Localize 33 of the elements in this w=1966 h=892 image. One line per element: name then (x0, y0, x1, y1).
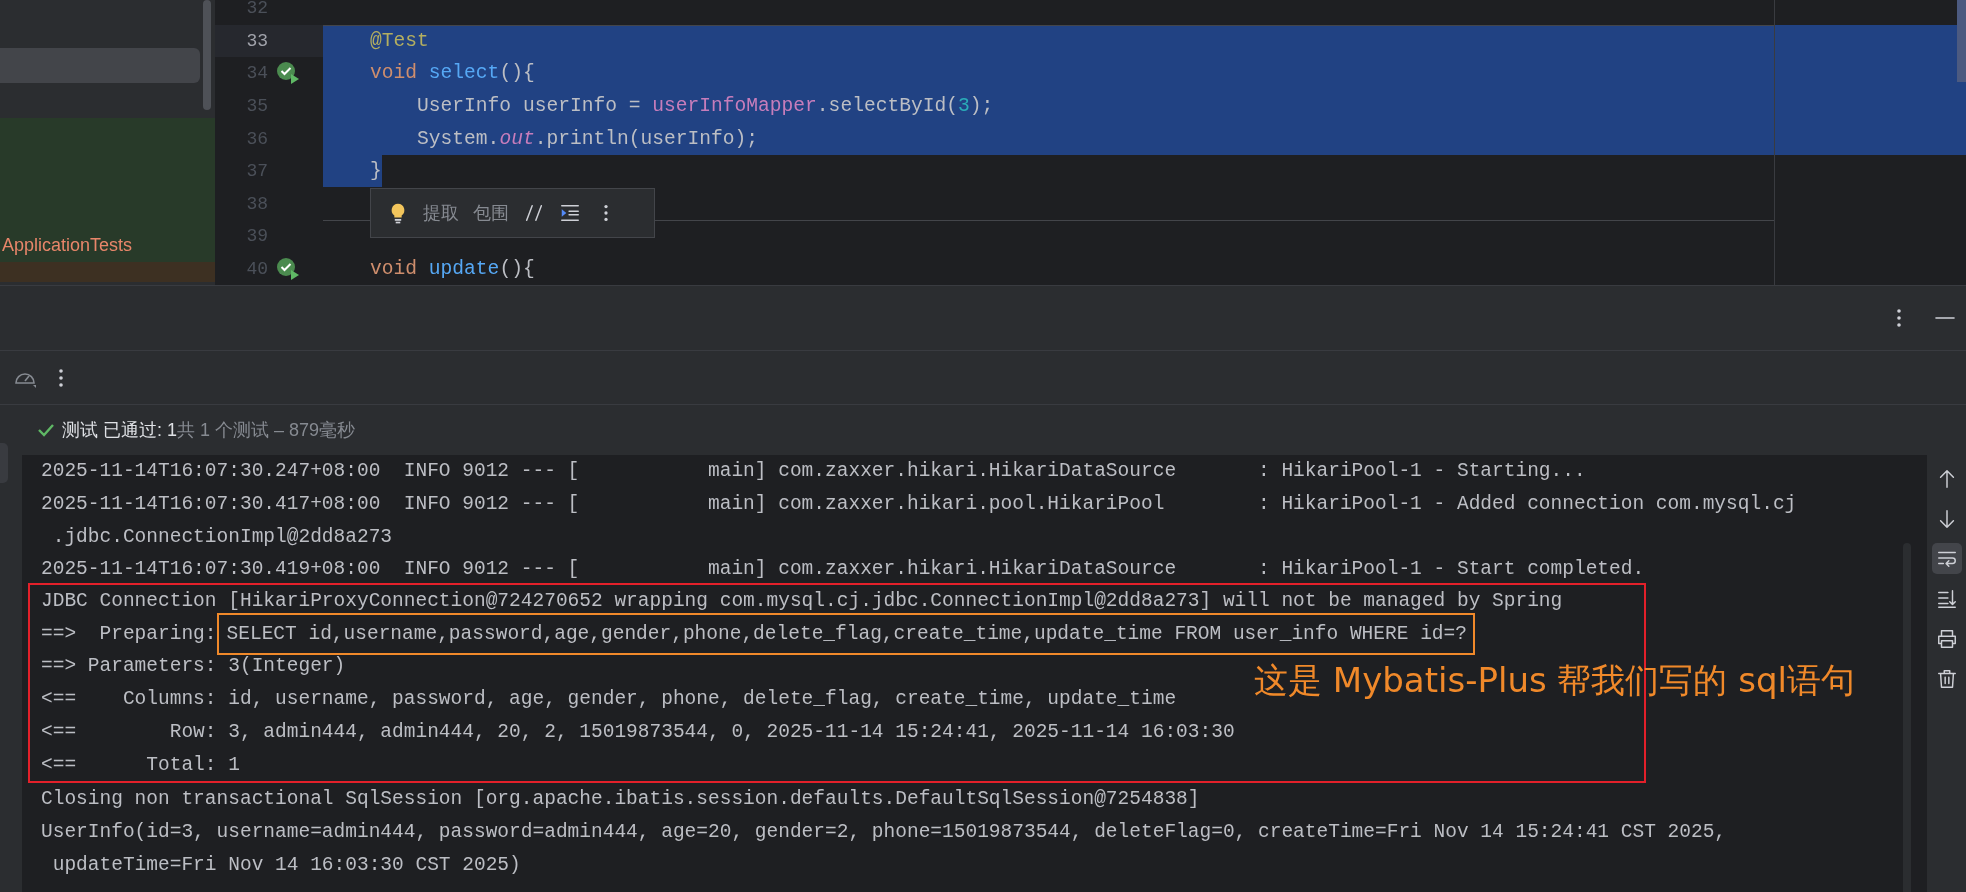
test-summary: 共 1 个测试 – 879毫秒 (177, 419, 356, 442)
run-test-icon[interactable] (276, 257, 300, 282)
console-line: 2025-11-14T16:07:30.419+08:00 INFO 9012 --- [ main] com.zaxxer.hikari.HikariDataSource : HikariPool-1 - Start completed. (40, 557, 1645, 583)
indent-icon[interactable] (559, 202, 581, 224)
soft-wrap-icon[interactable] (1931, 543, 1962, 574)
run-test-icon[interactable] (276, 61, 300, 86)
console-line: <== Columns: id, username, password, age, gender, phone, delete_flag, create_time, update_time (40, 687, 1177, 713)
code-line: @Test (369, 28, 429, 54)
console-line: 2025-11-14T16:07:30.417+08:00 INFO 9012 --- [ main] com.zaxxer.hikari.pool.HikariPool : HikariPool-1 - Added connection com.mysql.cj (40, 492, 1797, 518)
popup-action[interactable]: 包围 (473, 201, 509, 225)
scrollbar[interactable] (203, 0, 211, 110)
code-line: System.out.println(userInfo); (416, 126, 759, 152)
console-line: <== Total: 1 (40, 752, 240, 778)
scrollbar[interactable] (1957, 0, 1966, 82)
console-line: ==> Preparing: (41, 622, 217, 645)
code-line: void update(){ (369, 257, 535, 283)
file-name: ApplicationTests (1, 234, 133, 257)
console-line: updateTime=Fri Nov 14 16:03:30 CST 2025) (51, 852, 521, 878)
console-line: .jdbc.ConnectionImpl@2dd8a273 (51, 524, 393, 550)
line-number: 33 (245, 30, 268, 51)
console-line: JDBC Connection [HikariProxyConnection@724270652 wrapping com.mysql.cj.jdbc.ConnectionImpl@2dd8a273] will not be managed by Spring (40, 589, 1563, 615)
console-line: <== Row: 3, admin444, admin444, 20, 2, 15019873544, 0, 2025-11-14 15:24:41, 2025-11-14 16:03:30 (40, 719, 1235, 745)
console-line: UserInfo(id=3, username=admin444, password=admin444, age=20, gender=2, phone=15019873544, deleteFlag=0, createTime=Fri Nov 14 15:24:41 CST 2025, (40, 819, 1727, 845)
double-slash-icon[interactable] (523, 202, 545, 224)
popup-action[interactable]: 提取 (423, 201, 459, 225)
code-line: void select(){ (369, 61, 535, 87)
code-line: UserInfo userInfo = userInfoMapper.selectById(3); (416, 94, 994, 120)
highlighted-sql: SELECT id,username,password,age,gender,phone,delete_flag,create_time,update_time FROM user_info WHERE id=? (216, 612, 1475, 655)
console-line: Closing non transactional SqlSession [org.apache.ibatis.session.defaults.DefaultSqlSession@7254838] (40, 787, 1200, 813)
console-line: ==> Parameters: 3(Integer) (40, 654, 346, 680)
console-line: 2025-11-14T16:07:30.247+08:00 INFO 9012 --- [ main] com.zaxxer.hikari.HikariDataSource : HikariPool-1 - Starting... (40, 459, 1586, 485)
tree-row[interactable]: ApplicationTests (0, 118, 215, 262)
test-result: 测试 已通过: 1 (62, 419, 177, 442)
